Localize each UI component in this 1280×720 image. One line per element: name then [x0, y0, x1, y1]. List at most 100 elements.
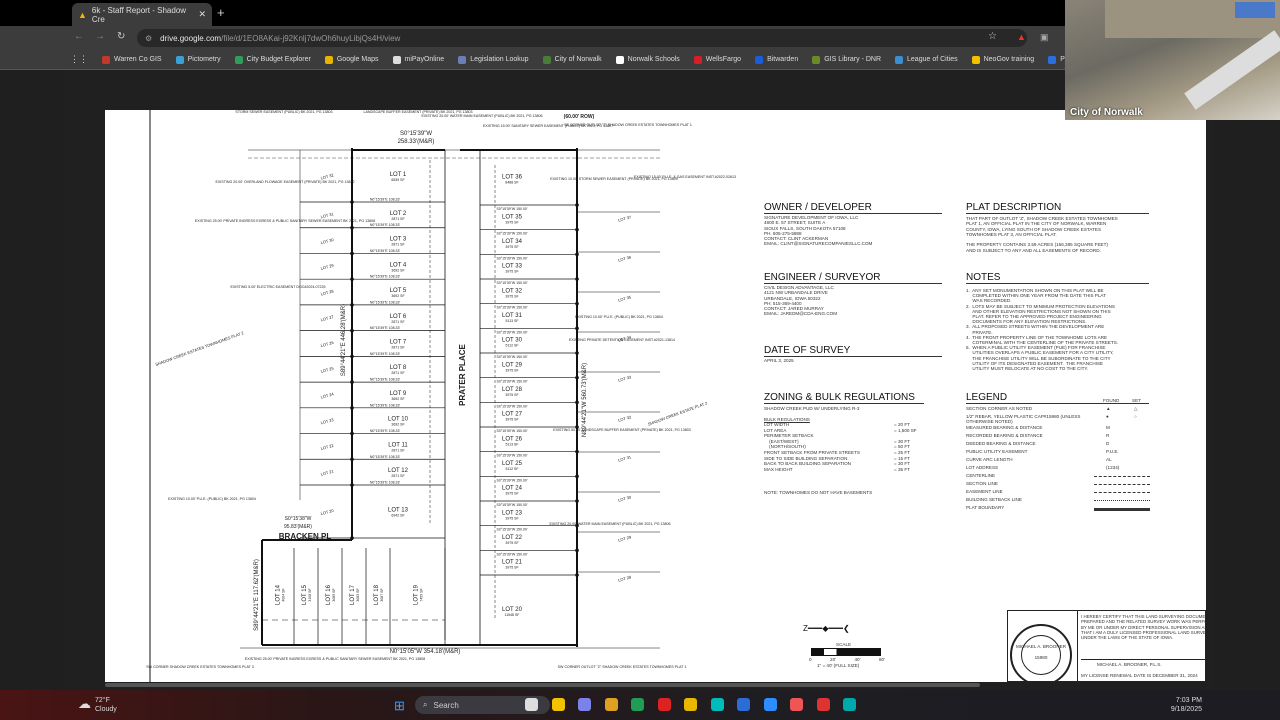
taskbar-app-icon[interactable]	[631, 698, 644, 711]
bookmark-item[interactable]: WellsFargo	[693, 55, 742, 64]
street-name-prater-place: PRATER PLACE	[458, 344, 467, 406]
address-bar[interactable]: ⚙ drive.google.com/file/d/1EO8AKai-j92Kn…	[137, 29, 1027, 47]
seal-name: MICHAEL A. BROONER	[1015, 644, 1067, 649]
legend-set-symbol: △	[1134, 406, 1138, 411]
lot-area: 3975 SF	[505, 393, 518, 397]
taskbar-app-icon[interactable]	[816, 698, 830, 711]
scale-tick: 80'	[878, 657, 885, 662]
lot-bearing: S0°15'39"W 150.00'	[496, 478, 527, 482]
bookmark-item[interactable]: City of Norwalk	[542, 55, 602, 64]
extension-icon[interactable]: ▣	[1040, 32, 1049, 43]
close-tab-icon[interactable]: ✕	[198, 9, 206, 20]
bookmark-item[interactable]: Bitwarden	[755, 55, 798, 64]
bookmark-item[interactable]: Norwalk Schools	[615, 55, 680, 64]
bookmark-item[interactable]: Google Maps	[324, 55, 379, 64]
lot-bearing: S0°15'39"W 150.00'	[496, 429, 527, 433]
easement-callout: EXISTING 15.00' P.U.E. & GAS EASEMENT IN…	[634, 175, 736, 179]
legend-line-symbol	[1094, 508, 1150, 511]
forward-icon[interactable]: →	[95, 31, 105, 42]
bookmark-favicon-icon	[458, 55, 467, 64]
legend-row: LOT ADDRESS (1234)	[966, 465, 1151, 473]
bookmark-label: City of Norwalk	[554, 56, 602, 63]
taskbar-app-icon[interactable]	[578, 698, 591, 711]
lot-bearing: N0°15'39"E 108.33'	[370, 198, 401, 202]
taskbar-app-icon[interactable]	[684, 698, 697, 711]
legend-set-label: SET	[1132, 398, 1141, 403]
bookmark-item[interactable]: Pictometry	[175, 55, 221, 64]
adjacent-lot-label: LOT 21	[320, 468, 335, 476]
certificate-divider	[1077, 610, 1078, 682]
lot-bearing: S0°15'39"W 150.00'	[496, 281, 527, 285]
taskbar-app-icon[interactable]	[710, 698, 724, 711]
weather-temp: 72°F	[95, 697, 110, 704]
adjacent-lot-label: LOT 30	[618, 494, 633, 502]
zoning-text: SHADOW CREEK PUD W/ UNDERLYING R-3	[764, 406, 860, 411]
bookmark-item[interactable]: League of Cities	[895, 55, 958, 64]
weather-desc: Cloudy	[95, 706, 117, 713]
adjacent-plat-label: SHADOW CREEK ESTATES TOWNHOMES PLAT 2	[155, 330, 245, 367]
adjacent-lot-label: LOT 25	[320, 365, 335, 373]
bookmark-label: miPayOnline	[404, 56, 445, 63]
taskbar-app-icon[interactable]	[604, 698, 618, 711]
taskbar-app-icon[interactable]	[525, 698, 538, 711]
bookmark-item[interactable]: Legislation Lookup	[458, 55, 529, 64]
start-button[interactable]: ⊞	[394, 698, 405, 714]
back-icon[interactable]: ←	[74, 31, 84, 42]
lot-bearing: N0°15'39"E 108.33'	[370, 275, 401, 279]
taskbar-app-icon[interactable]	[551, 698, 565, 711]
bookmark-star-icon[interactable]: ☆	[988, 31, 997, 42]
bookmark-label: WellsFargo	[705, 56, 742, 63]
bookmark-item[interactable]: City Budget Explorer	[234, 55, 311, 64]
bulk-value: = 50 FT	[894, 444, 910, 450]
bookmark-item[interactable]: Warren Co GIS	[102, 55, 162, 64]
weather-icon[interactable]: ☁	[78, 696, 91, 712]
webcam-overlay: City of Norwalk	[1065, 0, 1280, 120]
new-tab-button[interactable]: +	[217, 5, 225, 20]
taskbar-app-icon[interactable]	[843, 698, 856, 711]
bookmark-item[interactable]: GIS Library - DNR	[812, 55, 881, 64]
taskbar-app-icon[interactable]	[790, 698, 803, 711]
pdf-page: LOT 1 6539 SF N0°15'39"E 108.33' LOT 32 LOT …	[105, 110, 1206, 682]
clock-time: 7:03 PM	[1175, 697, 1202, 704]
apps-icon[interactable]: ⋮⋮	[70, 54, 88, 65]
legend-label: RECORDED BEARING & DISTANCE	[966, 433, 1043, 438]
bookmark-label: City Budget Explorer	[246, 56, 311, 63]
bookmark-label: Warren Co GIS	[114, 56, 162, 63]
horizontal-scrollbar[interactable]	[105, 683, 980, 687]
signature-line	[1081, 659, 1206, 660]
clock[interactable]: 7:03 PM 9/18/2025	[1160, 696, 1202, 714]
taskbar-app-icon[interactable]	[657, 698, 671, 711]
lot-area: 11548 SF	[505, 613, 520, 617]
tab-title: 6k - Staff Report - Shadow Cre	[91, 5, 187, 24]
lot-area: 5113 SF	[506, 319, 519, 323]
legend-label: PLAT BOUNDARY	[966, 505, 1005, 510]
pdf-extension-icon[interactable]: ▲	[1017, 32, 1026, 42]
easement-callout: EXISTING PRIVATE DETENTION EASEMENT INST…	[569, 338, 675, 342]
scale-bar	[811, 648, 881, 656]
bookmark-item[interactable]: miPayOnline	[392, 55, 445, 64]
lot-area: 3692 SF	[391, 294, 404, 298]
bookmark-item[interactable]: NeoGov training	[971, 55, 1034, 64]
bulk-value: = 20 FT	[894, 422, 910, 427]
legend-found-symbol: M	[1106, 425, 1110, 430]
legend-label: SECTION LINE	[966, 481, 998, 486]
site-info-icon[interactable]: ⚙	[145, 34, 152, 43]
bookmark-favicon-icon	[895, 55, 904, 64]
lot-area: 4004 SF	[282, 588, 286, 601]
legend-row: CURVE ARC LENGTH AL	[966, 457, 1151, 465]
taskbar-app-icon[interactable]	[737, 698, 750, 711]
legend-label: BUILDING SETBACK LINE	[966, 497, 1022, 502]
bookmark-label: Google Maps	[336, 56, 379, 63]
tab-staff-report[interactable]: ▲ 6k - Staff Report - Shadow Cre ✕	[72, 3, 212, 26]
adjacent-lot-label: LOT 36	[618, 254, 633, 262]
lot-area: 2871 SF	[391, 346, 404, 350]
adjacent-plat-label: SHADOW CREEK ESTATE PLAT 2	[647, 400, 709, 427]
adjacent-lot-label: LOT 37	[618, 214, 633, 222]
reload-icon[interactable]: ↻	[117, 31, 125, 42]
adjacent-lot-label: LOT 22	[320, 443, 335, 451]
bookmark-favicon-icon	[971, 55, 980, 64]
weather-widget[interactable]: 72°F Cloudy	[95, 696, 117, 714]
taskbar-app-icon[interactable]	[763, 698, 777, 711]
adjacent-lot-label: LOT 28	[618, 574, 633, 582]
boundary-bearing: S89°44'21"E 117.62'(M&R)	[254, 559, 260, 631]
